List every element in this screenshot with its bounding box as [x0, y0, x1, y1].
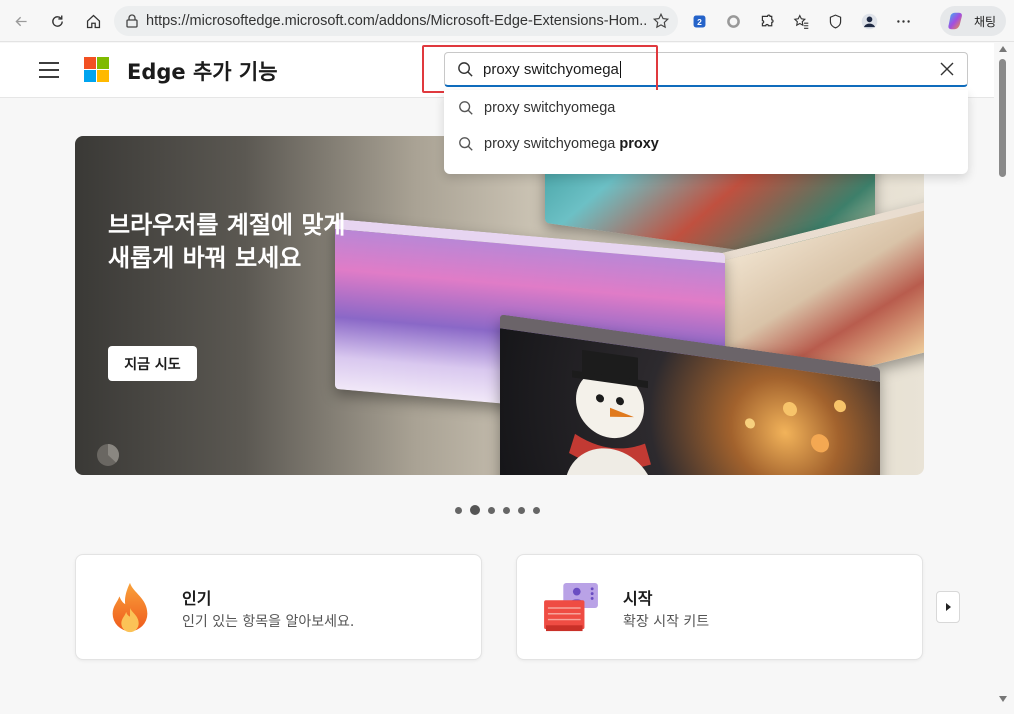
carousel-dot-1[interactable]	[455, 506, 462, 514]
category-card-popular[interactable]: 인기 인기 있는 항목을 알아보세요.	[75, 554, 482, 660]
chevron-right-icon	[946, 603, 951, 611]
cards-next-button[interactable]	[936, 591, 960, 623]
carousel-dot-3[interactable]	[488, 506, 495, 514]
profile-avatar-icon	[861, 13, 877, 29]
search-query[interactable]: proxy switchyomega	[483, 61, 619, 78]
back-button[interactable]	[6, 6, 36, 36]
search-input[interactable]: proxy switchyomega	[444, 52, 968, 87]
search-icon	[459, 101, 473, 115]
site-title[interactable]: Edge 추가 기능	[127, 56, 278, 86]
hero-banner: 브라우저를 계절에 맞게 새롭게 바꿔 보세요 지금 시도	[75, 136, 924, 475]
hero-title: 브라우저를 계절에 맞게 새롭게 바꿔 보세요	[108, 211, 346, 272]
logo-green-square	[97, 57, 109, 69]
suggestion-text: proxy switchyomega	[484, 136, 616, 152]
scrollbar-thumb[interactable]	[999, 59, 1006, 177]
carousel-dot-5[interactable]	[518, 506, 525, 514]
favorites-icon	[793, 13, 808, 29]
chat-label: 채팅	[974, 14, 997, 29]
logo-red-square	[84, 57, 96, 69]
suggestion-item[interactable]: proxy switchyomega proxy	[444, 126, 968, 162]
hamburger-menu-icon[interactable]	[38, 61, 60, 79]
card-subtitle: 인기 있는 항목을 알아보세요.	[182, 614, 355, 630]
logo-blue-square	[84, 70, 96, 82]
try-now-button[interactable]: 지금 시도	[108, 346, 197, 381]
extensions-puzzle-icon	[761, 14, 774, 26]
favorites-button[interactable]	[786, 6, 816, 36]
carousel-dot-2-active[interactable]	[470, 505, 480, 515]
browser-toolbar: https://microsoftedge.microsoft.com/addo…	[0, 0, 1014, 42]
search-icon	[459, 137, 473, 151]
favorite-star-icon[interactable]	[652, 12, 670, 30]
card-title: 인기	[182, 589, 212, 608]
address-bar[interactable]: https://microsoftedge.microsoft.com/addo…	[114, 6, 678, 36]
carousel-dot-6[interactable]	[533, 506, 540, 514]
suggestion-text: proxy switchyomega	[484, 100, 616, 116]
scroll-up-arrow-icon[interactable]	[998, 45, 1008, 53]
card-subtitle: 확장 시작 키트	[623, 614, 710, 630]
search-icon	[458, 61, 473, 77]
copilot-icon	[948, 12, 962, 30]
url-text[interactable]: https://microsoftedge.microsoft.com/addo…	[146, 13, 646, 29]
copilot-chat-button[interactable]: 채팅	[940, 6, 1006, 36]
suggestion-bold-text: proxy	[619, 136, 659, 152]
category-card-start[interactable]: 시작 확장 시작 키트	[516, 554, 923, 660]
circle-button[interactable]	[718, 6, 748, 36]
shield-icon	[829, 13, 841, 29]
search-suggestions: proxy switchyomega proxy switchyomega pr…	[444, 90, 968, 174]
extension-badge-button[interactable]: 2	[684, 6, 714, 36]
extension-badge-count: 2	[697, 16, 702, 26]
profile-button[interactable]	[854, 6, 884, 36]
toolbar-actions: 2	[684, 6, 918, 36]
vertical-scrollbar[interactable]	[994, 43, 1014, 714]
lock-icon[interactable]	[124, 13, 140, 29]
close-icon[interactable]	[939, 61, 955, 77]
scroll-down-arrow-icon[interactable]	[998, 695, 1008, 703]
extension-badge-icon: 2	[693, 15, 705, 27]
carousel-pause-icon[interactable]	[96, 443, 120, 467]
more-icon	[896, 19, 910, 23]
carousel-dot-4[interactable]	[503, 506, 510, 514]
starter-kit-icon	[544, 583, 598, 632]
more-button[interactable]	[888, 6, 918, 36]
home-button[interactable]	[78, 6, 108, 36]
circle-icon	[726, 14, 740, 28]
text-cursor	[619, 60, 621, 78]
refresh-button[interactable]	[42, 6, 72, 36]
flame-icon	[112, 582, 148, 633]
home-icon	[86, 14, 100, 28]
browser-essentials-button[interactable]	[820, 6, 850, 36]
page-content: Edge 추가 기능 proxy switchyomega proxy swit…	[0, 43, 994, 714]
microsoft-logo[interactable]	[84, 57, 109, 82]
card-title: 시작	[623, 589, 653, 608]
extensions-button[interactable]	[752, 6, 782, 36]
refresh-icon	[51, 15, 63, 27]
back-icon	[14, 16, 27, 26]
suggestion-item[interactable]: proxy switchyomega	[444, 90, 968, 126]
carousel-dots	[455, 505, 540, 515]
logo-yellow-square	[97, 70, 109, 82]
